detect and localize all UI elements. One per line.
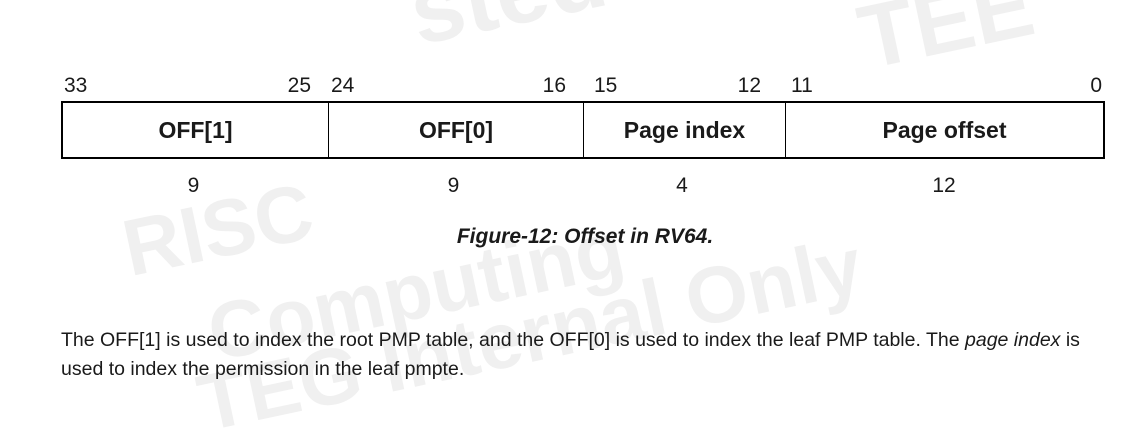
field-width: 12 (932, 174, 956, 197)
bit-number: 11 (791, 74, 813, 97)
field-off1: OFF[1] (158, 116, 233, 143)
watermark-text: TEE (850, 0, 1043, 89)
field-width: 4 (676, 174, 688, 197)
figure-caption: Figure-12: Offset in RV64. (456, 225, 714, 248)
bit-number: 33 (64, 74, 88, 97)
field-width: 9 (187, 174, 200, 197)
bit-number: 0 (1090, 74, 1102, 97)
bit-number: 15 (594, 74, 618, 97)
document-page: sted TEE RISC Computing TEG Internal Onl… (0, 0, 1134, 431)
bit-number: 25 (287, 74, 311, 97)
bit-number: 24 (331, 74, 355, 97)
watermark-text: sted (400, 0, 616, 68)
body-paragraph: The OFF[1] is used to index the root PMP… (61, 326, 1121, 384)
field-width: 9 (447, 174, 460, 197)
bit-number: 12 (737, 74, 761, 97)
paragraph-text: The OFF[1] is used to index the root PMP… (61, 329, 965, 351)
field-page-offset: Page offset (785, 103, 1103, 157)
bit-number: 16 (542, 74, 566, 97)
paragraph-emphasis: page index (965, 329, 1061, 351)
field-off0: OFF[0] (328, 103, 583, 157)
field-page-index: Page index (583, 103, 785, 157)
register-layout-box: OFF[1] OFF[0] Page index Page offset (61, 101, 1105, 159)
